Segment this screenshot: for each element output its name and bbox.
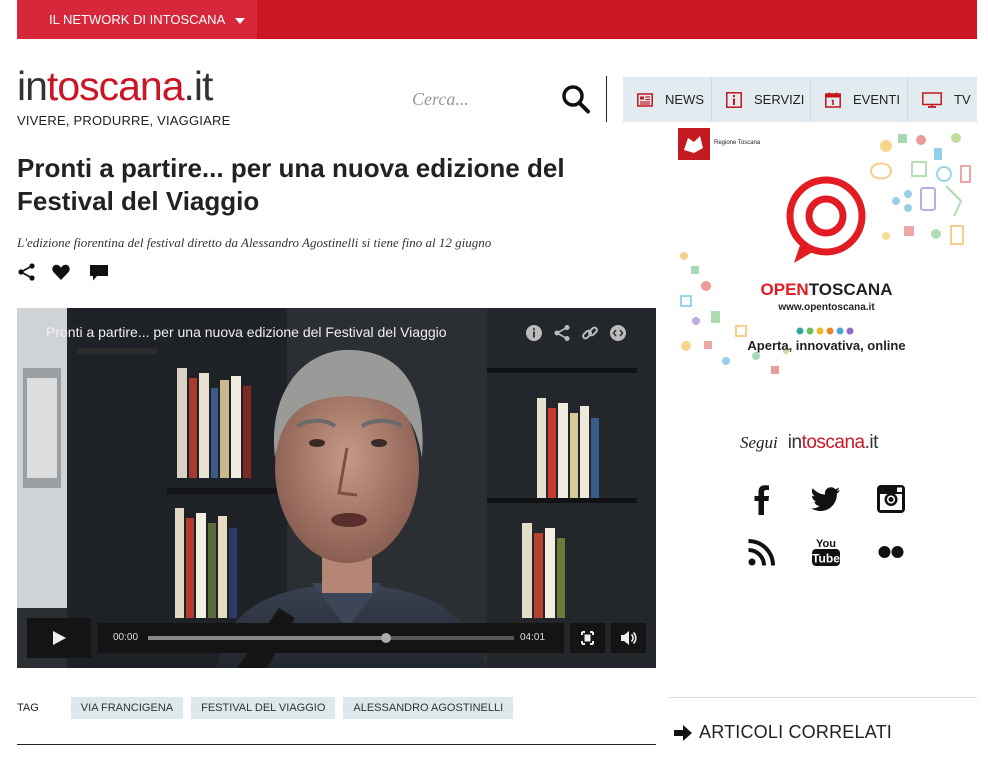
tag-via-francigena[interactable]: VIA FRANCIGENA bbox=[70, 697, 184, 719]
follow-heading: Segui intoscana.it bbox=[740, 432, 878, 454]
nav-item-tv[interactable]: TV bbox=[908, 77, 977, 122]
like-button[interactable] bbox=[51, 262, 71, 282]
search-input[interactable] bbox=[412, 82, 552, 116]
video-player[interactable]: Pronti a partire... per una nuova edizio… bbox=[17, 308, 656, 668]
video-share-button[interactable] bbox=[553, 324, 571, 342]
instagram-icon bbox=[877, 485, 905, 513]
heart-icon bbox=[52, 264, 70, 280]
search-divider bbox=[606, 76, 607, 122]
instagram-link[interactable] bbox=[874, 482, 908, 516]
nav-item-servizi[interactable]: SERVIZI bbox=[712, 77, 811, 122]
twitter-link[interactable] bbox=[809, 482, 843, 516]
nav-label: SERVIZI bbox=[754, 92, 805, 107]
seek-bar-fill bbox=[148, 636, 386, 640]
rss-link[interactable] bbox=[745, 535, 779, 569]
follow-label: Segui bbox=[740, 433, 778, 452]
site-tagline: VIVERE, PRODURRE, VIAGGIARE bbox=[17, 113, 231, 128]
seek-bar[interactable] bbox=[148, 633, 514, 643]
svg-text:You: You bbox=[816, 538, 836, 550]
nav-label: TV bbox=[954, 92, 971, 107]
tag-festival-del-viaggio[interactable]: FESTIVAL DEL VIAGGIO bbox=[191, 697, 336, 719]
nav-label: NEWS bbox=[665, 92, 704, 107]
embed-icon bbox=[610, 325, 626, 341]
seek-handle[interactable] bbox=[380, 633, 391, 643]
video-info-button[interactable] bbox=[525, 324, 543, 342]
content-divider bbox=[17, 744, 656, 745]
arrow-right-icon bbox=[674, 724, 692, 741]
tag-alessandro-agostinelli[interactable]: ALESSANDRO AGOSTINELLI bbox=[343, 697, 514, 719]
facebook-icon bbox=[754, 485, 769, 515]
ad-url: www.opentoscana.it bbox=[778, 302, 875, 313]
caret-down-icon bbox=[235, 17, 246, 24]
play-icon bbox=[53, 631, 66, 645]
site-logo[interactable]: intoscana.it bbox=[17, 62, 214, 110]
main-nav: NEWS SERVIZI EVENTI TV bbox=[623, 77, 977, 122]
tags-label: TAG bbox=[17, 702, 39, 714]
tags-row: TAG VIA FRANCIGENA FESTIVAL DEL VIAGGIO … bbox=[17, 697, 514, 719]
sidebar-divider bbox=[669, 697, 977, 698]
video-frame-image bbox=[17, 308, 656, 668]
comment-icon bbox=[90, 265, 108, 281]
article-title: Pronti a partire... per una nuova edizio… bbox=[17, 153, 565, 216]
volume-icon bbox=[621, 631, 637, 645]
rss-icon bbox=[748, 539, 775, 566]
ad-slogan: Aperta, innovativa, online bbox=[747, 338, 906, 353]
play-button[interactable] bbox=[27, 618, 91, 658]
volume-button[interactable] bbox=[611, 623, 646, 653]
top-bar: IL NETWORK DI INTOSCANA bbox=[17, 0, 977, 39]
fullscreen-button[interactable] bbox=[570, 623, 605, 653]
facebook-link[interactable] bbox=[745, 482, 779, 516]
logo-part-it: .it bbox=[183, 63, 214, 109]
comment-button[interactable] bbox=[89, 262, 109, 282]
youtube-link[interactable]: You Tube bbox=[809, 535, 843, 569]
related-articles-heading: ARTICOLI CORRELATI bbox=[673, 722, 892, 743]
follow-logo-in: in bbox=[787, 432, 802, 453]
share-icon bbox=[554, 325, 570, 341]
fullscreen-icon bbox=[581, 631, 594, 645]
info-icon bbox=[726, 91, 742, 108]
flickr-icon bbox=[878, 546, 904, 558]
opentoscana-ad-banner[interactable]: Regione Toscana OPENTOSCANA www.opentosc… bbox=[676, 126, 977, 380]
logo-part-in: in bbox=[17, 63, 48, 109]
article-actions bbox=[17, 262, 109, 282]
ad-region-label: Regione Toscana bbox=[714, 140, 761, 146]
article-subtitle: L'edizione fiorentina del festival diret… bbox=[17, 235, 492, 250]
ad-title-toscana: TOSCANA bbox=[808, 280, 893, 299]
video-title: Pronti a partire... per una nuova edizio… bbox=[46, 324, 447, 340]
follow-logo: intoscana.it bbox=[787, 432, 879, 454]
ad-title: OPENTOSCANA bbox=[676, 280, 977, 300]
follow-logo-it: .it bbox=[864, 432, 879, 453]
calendar-icon bbox=[825, 92, 841, 108]
current-time: 00:00 bbox=[113, 632, 139, 643]
network-label: IL NETWORK DI INTOSCANA bbox=[49, 12, 226, 27]
search-icon bbox=[562, 85, 590, 114]
svg-text:Tube: Tube bbox=[812, 552, 840, 566]
link-icon bbox=[582, 326, 598, 340]
ad-title-open: OPEN bbox=[760, 280, 809, 299]
network-dropdown-button[interactable]: IL NETWORK DI INTOSCANA bbox=[17, 0, 257, 39]
search-button[interactable] bbox=[560, 82, 592, 116]
share-icon bbox=[18, 263, 35, 281]
nav-label: EVENTI bbox=[853, 92, 900, 107]
twitter-icon bbox=[811, 487, 840, 511]
share-button[interactable] bbox=[17, 262, 37, 282]
related-articles-label: ARTICOLI CORRELATI bbox=[699, 722, 892, 742]
tv-icon bbox=[922, 91, 942, 108]
video-tools bbox=[525, 324, 627, 342]
video-duration: 04:01 bbox=[520, 632, 546, 643]
video-embed-button[interactable] bbox=[609, 324, 627, 342]
logo-part-toscana: toscana bbox=[46, 63, 185, 109]
info-icon bbox=[526, 325, 542, 341]
nav-item-eventi[interactable]: EVENTI bbox=[811, 77, 908, 122]
newspaper-icon bbox=[637, 92, 653, 107]
follow-logo-toscana: toscana bbox=[801, 432, 866, 453]
nav-item-news[interactable]: NEWS bbox=[623, 77, 712, 122]
video-link-button[interactable] bbox=[581, 324, 599, 342]
flickr-link[interactable] bbox=[874, 535, 908, 569]
youtube-icon: You Tube bbox=[812, 538, 840, 566]
